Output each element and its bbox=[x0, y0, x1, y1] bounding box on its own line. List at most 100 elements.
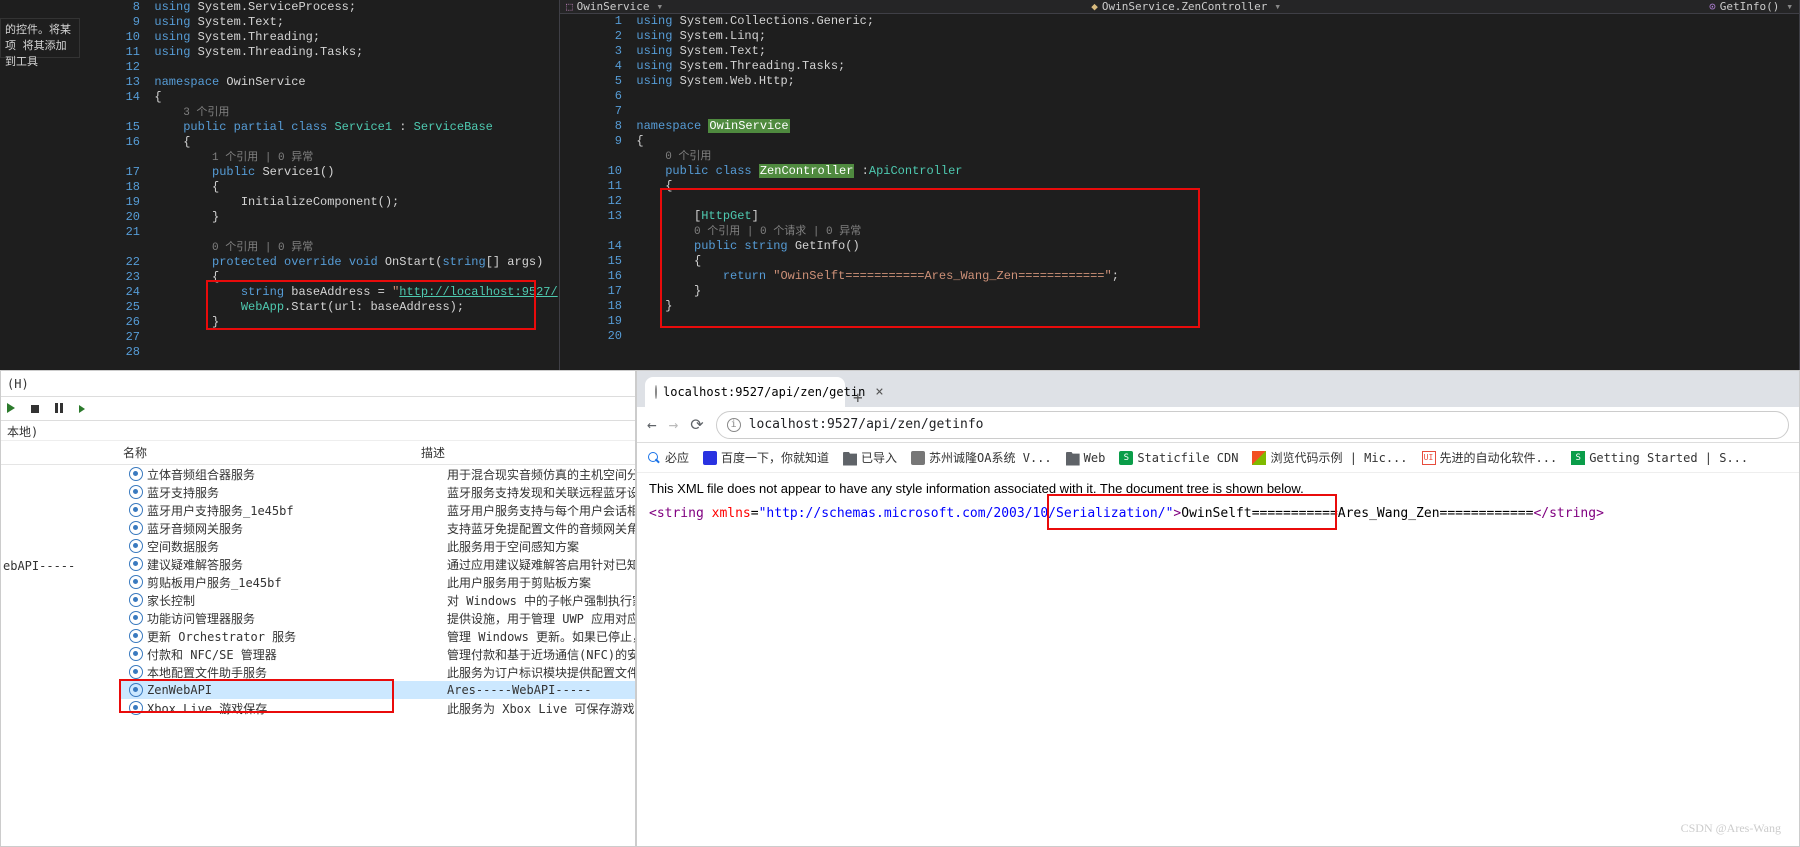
service-desc: 提供设施，用于管理 UWP 应用对应用功能 bbox=[447, 610, 635, 627]
gear-icon bbox=[129, 647, 143, 661]
gear-icon bbox=[129, 485, 143, 499]
services-menu-bar[interactable]: (H) bbox=[1, 371, 635, 397]
services-toolbar[interactable] bbox=[1, 397, 635, 421]
table-row[interactable]: 立体音频组合器服务 用于混合现实音频仿真的主机空间分析。 bbox=[121, 465, 635, 483]
table-row[interactable]: 家长控制 对 Windows 中的子帐户强制执行家长控制 bbox=[121, 591, 635, 609]
table-row[interactable]: 更新 Orchestrator 服务 管理 Windows 更新。如果已停止，你… bbox=[121, 627, 635, 645]
editor-breadcrumb[interactable]: ⬚ OwinService ◆ OwinService.ZenControlle… bbox=[560, 0, 1799, 14]
close-icon[interactable]: × bbox=[875, 384, 883, 400]
service-name: 家长控制 bbox=[147, 592, 447, 609]
pause-icon[interactable] bbox=[55, 402, 69, 416]
service-name: 剪贴板用户服务_1e45bf bbox=[147, 574, 447, 591]
bookmark-item[interactable]: UI先进的自动化软件... bbox=[1422, 449, 1558, 466]
s-icon: S bbox=[1571, 451, 1585, 465]
bookmark-label: 已导入 bbox=[861, 449, 897, 466]
service-name: 蓝牙支持服务 bbox=[147, 484, 447, 501]
service-desc: 此服务为 Xbox Live 可保存游戏同步保存数 bbox=[447, 700, 635, 717]
crumb-class[interactable]: ◆ OwinService.ZenController bbox=[1085, 0, 1287, 13]
bookmark-label: 必应 bbox=[665, 449, 689, 466]
bookmark-item[interactable]: 已导入 bbox=[843, 449, 897, 466]
service-name: 蓝牙用户支持服务_1e45bf bbox=[147, 502, 447, 519]
table-row[interactable]: 蓝牙用户支持服务_1e45bf 蓝牙用户服务支持与每个用户会话相关的蓝 bbox=[121, 501, 635, 519]
bookmark-label: 百度一下，你就知道 bbox=[721, 449, 829, 466]
col-desc[interactable]: 描述 bbox=[421, 444, 635, 461]
service-name: 功能访问管理器服务 bbox=[147, 610, 447, 627]
crumb-method[interactable]: ⊙ GetInfo() bbox=[1703, 0, 1799, 13]
table-row[interactable]: 付款和 NFC/SE 管理器 管理付款和基于近场通信(NFC)的安全元件 bbox=[121, 645, 635, 663]
service-desc: 此服务用于空间感知方案 bbox=[447, 538, 635, 555]
gear-icon bbox=[129, 665, 143, 679]
forward-icon[interactable] bbox=[79, 402, 93, 416]
service-desc: 管理 Windows 更新。如果已停止，你的设 bbox=[447, 628, 635, 645]
col-name[interactable]: 名称 bbox=[121, 444, 421, 461]
table-row[interactable]: 剪贴板用户服务_1e45bf 此用户服务用于剪贴板方案 bbox=[121, 573, 635, 591]
highlight-box-xml bbox=[1047, 494, 1337, 530]
forward-icon[interactable]: → bbox=[669, 415, 679, 434]
right-code-editor[interactable]: ⬚ OwinService ◆ OwinService.ZenControlle… bbox=[560, 0, 1800, 370]
gear-icon bbox=[129, 521, 143, 535]
left-code-editor[interactable]: 的控件。将某项 将其添加到工具 8 using System.ServicePr… bbox=[0, 0, 560, 370]
bookmark-item[interactable]: Web bbox=[1066, 450, 1106, 466]
service-desc: 通过应用建议疑难解答启用针对已知问题的 bbox=[447, 556, 635, 573]
services-location: 本地) bbox=[1, 421, 635, 441]
bookmark-label: 浏览代码示例 | Mic... bbox=[1270, 449, 1407, 466]
service-desc: 蓝牙服务支持发现和关联远程蓝牙设备。停 bbox=[447, 484, 635, 501]
browser-nav-row[interactable]: ← → ⟳ i localhost:9527/api/zen/getinfo bbox=[637, 407, 1799, 443]
side-fragment: ebAPI----- bbox=[3, 559, 75, 573]
menu-help[interactable]: (H) bbox=[7, 377, 29, 391]
service-desc: 此服务为订户标识模块提供配置文件管理 bbox=[447, 664, 635, 681]
bookmark-label: Getting Started | S... bbox=[1589, 451, 1748, 465]
browser-tabstrip[interactable]: localhost:9527/api/zen/getin × + bbox=[637, 371, 1799, 407]
play-icon[interactable] bbox=[7, 402, 21, 416]
service-desc: Ares-----WebAPI----- bbox=[447, 683, 635, 697]
bookmark-label: 苏州诚隆OA系统 V... bbox=[929, 449, 1052, 466]
ms-icon bbox=[1252, 451, 1266, 465]
services-panel[interactable]: (H) 本地) 名称 描述 ebAPI----- 立体音频组合器服务 用于混合现… bbox=[0, 370, 636, 847]
tab-title: localhost:9527/api/zen/getin bbox=[663, 385, 865, 399]
new-tab-button[interactable]: + bbox=[853, 388, 863, 407]
folder-icon bbox=[843, 452, 857, 466]
browser-window[interactable]: localhost:9527/api/zen/getin × + ← → ⟳ i… bbox=[636, 370, 1800, 847]
bookmark-label: Staticfile CDN bbox=[1137, 451, 1238, 465]
service-desc: 对 Windows 中的子帐户强制执行家长控制 bbox=[447, 592, 635, 609]
service-name: 付款和 NFC/SE 管理器 bbox=[147, 646, 447, 663]
bookmark-item[interactable]: 苏州诚隆OA系统 V... bbox=[911, 449, 1052, 466]
address-bar[interactable]: i localhost:9527/api/zen/getinfo bbox=[716, 411, 1789, 439]
watermark: CSDN @Ares-Wang bbox=[1681, 821, 1781, 836]
reload-icon[interactable]: ⟳ bbox=[690, 415, 703, 434]
service-name: 蓝牙音频网关服务 bbox=[147, 520, 447, 537]
ui-icon: UI bbox=[1422, 451, 1436, 465]
bookmarks-bar[interactable]: 必应百度一下，你就知道已导入苏州诚隆OA系统 V...WebSStaticfil… bbox=[637, 443, 1799, 473]
folder-icon bbox=[1066, 452, 1080, 466]
service-name: 更新 Orchestrator 服务 bbox=[147, 628, 447, 645]
service-name: 空间数据服务 bbox=[147, 538, 447, 555]
services-table-header[interactable]: 名称 描述 bbox=[1, 441, 635, 465]
table-row[interactable]: 蓝牙支持服务 蓝牙服务支持发现和关联远程蓝牙设备。停 bbox=[121, 483, 635, 501]
bookmark-label: Web bbox=[1084, 451, 1106, 465]
gear-icon bbox=[129, 467, 143, 481]
table-row[interactable]: 蓝牙音频网关服务 支持蓝牙免提配置文件的音频网关角色的服 bbox=[121, 519, 635, 537]
gear-icon bbox=[129, 539, 143, 553]
browser-tab[interactable]: localhost:9527/api/zen/getin × bbox=[645, 377, 845, 407]
info-icon[interactable]: i bbox=[727, 418, 741, 432]
crumb-project[interactable]: ⬚ OwinService bbox=[560, 0, 669, 13]
url-text: localhost:9527/api/zen/getinfo bbox=[749, 417, 984, 432]
service-name: 立体音频组合器服务 bbox=[147, 466, 447, 483]
service-desc: 此用户服务用于剪贴板方案 bbox=[447, 574, 635, 591]
bookmark-item[interactable]: 百度一下，你就知道 bbox=[703, 449, 829, 466]
back-icon[interactable]: ← bbox=[647, 415, 657, 434]
favicon-icon bbox=[655, 385, 657, 399]
gear-icon bbox=[129, 611, 143, 625]
table-row[interactable]: 建议疑难解答服务 通过应用建议疑难解答启用针对已知问题的 bbox=[121, 555, 635, 573]
bookmark-item[interactable]: 浏览代码示例 | Mic... bbox=[1252, 449, 1407, 466]
table-row[interactable]: 功能访问管理器服务 提供设施，用于管理 UWP 应用对应用功能 bbox=[121, 609, 635, 627]
stop-icon[interactable] bbox=[31, 402, 45, 416]
bookmark-item[interactable]: 必应 bbox=[647, 449, 689, 466]
gear-icon bbox=[129, 629, 143, 643]
bookmark-item[interactable]: SStaticfile CDN bbox=[1119, 451, 1238, 465]
tooltip-fragment: 的控件。将某项 将其添加到工具 bbox=[0, 18, 80, 58]
table-row[interactable]: 空间数据服务 此服务用于空间感知方案 bbox=[121, 537, 635, 555]
bookmark-item[interactable]: S Getting Started | S... bbox=[1571, 451, 1748, 465]
service-desc: 管理付款和基于近场通信(NFC)的安全元件 bbox=[447, 646, 635, 663]
service-desc: 蓝牙用户服务支持与每个用户会话相关的蓝 bbox=[447, 502, 635, 519]
